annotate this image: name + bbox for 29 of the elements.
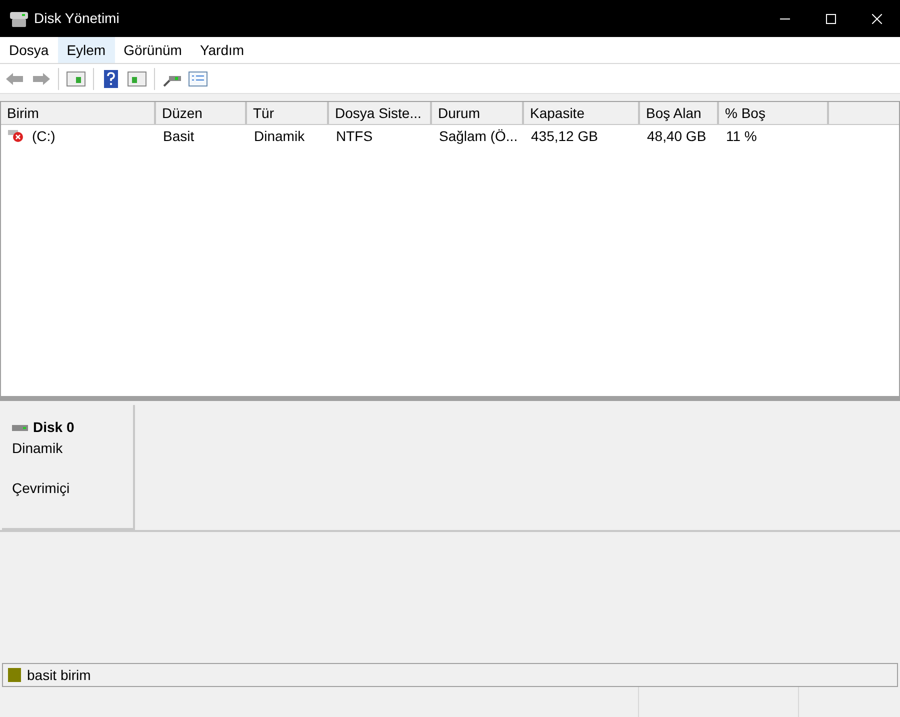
disk-type: Dinamik [12, 439, 64, 458]
table-cell-text: Dinamik [254, 126, 305, 146]
menu-item[interactable]: Eylem [58, 37, 115, 63]
column-header[interactable]: Düzen [156, 102, 247, 124]
table-cell-text: NTFS [336, 126, 373, 146]
table-cell-text: Basit [163, 126, 194, 146]
table-cell-text: (C:) [32, 126, 56, 146]
column-header[interactable]: Dosya Siste... [329, 102, 432, 124]
table-cell-text: Sağlam (Ö... [439, 126, 518, 146]
table-cell-text: 435,12 GB [531, 126, 598, 146]
table-cell-text: 11 % [726, 126, 757, 146]
column-header[interactable]: Tür [247, 102, 329, 124]
column-header[interactable]: % Boş [719, 102, 829, 124]
window-title: Disk Yönetimi [34, 9, 120, 28]
column-header[interactable]: Kapasite [524, 102, 640, 124]
close-icon [872, 14, 882, 24]
maximize-icon [826, 14, 836, 24]
legend-label: basit birim [27, 666, 91, 684]
column-header[interactable]: Durum [432, 102, 524, 124]
disk-name: Disk 0 [33, 418, 74, 437]
menu-item[interactable]: Dosya [0, 37, 58, 63]
volume-error-icon [8, 129, 26, 143]
menu-item[interactable]: Yardım [190, 37, 254, 63]
table-cell-text: 48,40 GB [647, 126, 706, 146]
disk-drive-icon [9, 10, 29, 28]
column-header[interactable]: Boş Alan [640, 102, 719, 124]
menu-item[interactable]: Görünüm [114, 37, 191, 63]
column-header[interactable]: Birim [1, 102, 156, 124]
disk-status: Çevrimiçi [12, 479, 71, 498]
